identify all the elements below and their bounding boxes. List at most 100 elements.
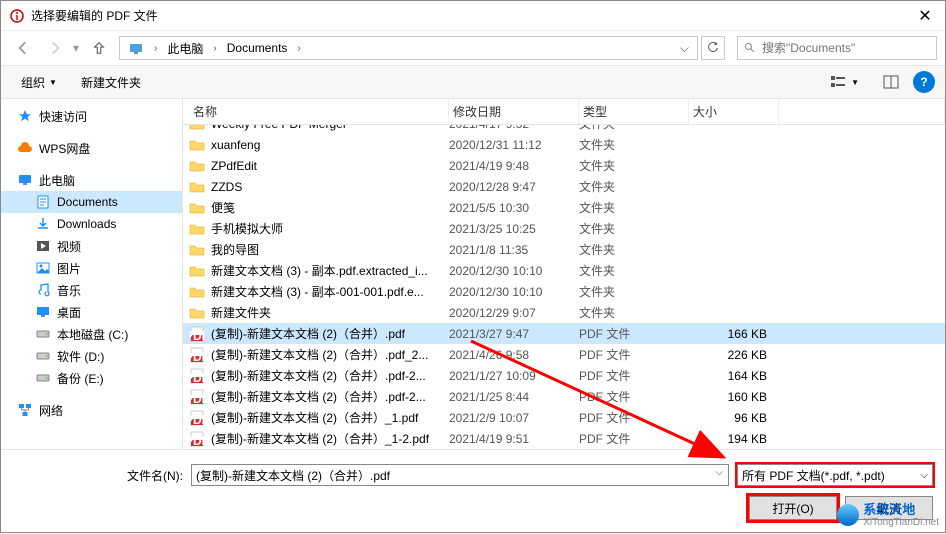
desktop-icon xyxy=(35,304,51,320)
sidebar-item[interactable]: 此电脑 xyxy=(1,169,182,191)
col-type[interactable]: 类型 xyxy=(579,99,689,124)
file-row[interactable]: ZZDS2020/12/28 9:47文件夹 xyxy=(183,176,945,197)
search-input[interactable] xyxy=(762,37,936,59)
file-date: 2021/5/5 10:30 xyxy=(449,201,579,215)
svg-text:PDF: PDF xyxy=(189,392,205,405)
file-row[interactable]: 新建文本文档 (3) - 副本-001-001.pdf.e...2020/12/… xyxy=(183,281,945,302)
breadcrumb[interactable]: › 此电脑 › Documents › ⌵ xyxy=(119,36,698,60)
breadcrumb-dropdown[interactable]: ⌵ xyxy=(674,41,695,56)
breadcrumb-item-0[interactable]: 此电脑 xyxy=(161,37,209,59)
sidebar-item[interactable]: 网络 xyxy=(1,399,182,421)
col-name[interactable]: 名称 xyxy=(189,99,449,124)
file-row[interactable]: 我的导图2021/1/8 11:35文件夹 xyxy=(183,239,945,260)
cancel-button[interactable]: 取消 xyxy=(845,496,933,520)
file-row[interactable]: 手机模拟大师2021/3/25 10:25文件夹 xyxy=(183,218,945,239)
file-row[interactable]: 新建文件夹2020/12/29 9:07文件夹 xyxy=(183,302,945,323)
close-button[interactable]: ✕ xyxy=(905,1,945,31)
up-button[interactable] xyxy=(87,36,111,60)
folder-icon xyxy=(189,179,205,195)
filetype-select[interactable]: 所有 PDF 文档(*.pdf, *.pdt) ⌵ xyxy=(737,464,933,486)
sidebar-item[interactable]: 音乐 xyxy=(1,279,182,301)
open-button[interactable]: 打开(O) xyxy=(749,496,837,520)
sidebar-item[interactable]: Documents xyxy=(1,191,182,213)
file-name: 便笺 xyxy=(211,199,235,216)
file-type: 文件夹 xyxy=(579,262,689,279)
file-name: (复制)-新建文本文档 (2)（合并）.pdf_2... xyxy=(211,346,428,363)
sidebar-item[interactable]: Downloads xyxy=(1,213,182,235)
file-type: PDF 文件 xyxy=(579,325,689,342)
sidebar-item[interactable]: 软件 (D:) xyxy=(1,345,182,367)
window-title: 选择要编辑的 PDF 文件 xyxy=(31,7,905,24)
view-mode-button[interactable]: ▼ xyxy=(821,71,869,93)
back-button[interactable] xyxy=(9,34,37,62)
file-name: xuanfeng xyxy=(211,138,260,152)
file-type: PDF 文件 xyxy=(579,430,689,447)
file-row[interactable]: PDF(复制)-新建文本文档 (2)（合并）_1-2.pdf2021/4/19 … xyxy=(183,428,945,449)
file-row[interactable]: PDF(复制)-新建文本文档 (2)（合并）.pdf-2...2021/1/27… xyxy=(183,365,945,386)
sidebar-item-label: 本地磁盘 (C:) xyxy=(57,326,128,343)
file-name: 手机模拟大师 xyxy=(211,220,283,237)
chevron-right-icon: › xyxy=(211,43,218,54)
col-modified[interactable]: 修改日期 xyxy=(449,99,579,124)
preview-pane-button[interactable] xyxy=(873,71,909,93)
filename-label: 文件名(N): xyxy=(13,467,183,484)
organize-button[interactable]: 组织 ▼ xyxy=(11,70,67,95)
file-name: (复制)-新建文本文档 (2)（合并）.pdf-2... xyxy=(211,388,426,405)
refresh-button[interactable] xyxy=(701,36,725,60)
file-date: 2021/4/26 9:58 xyxy=(449,348,579,362)
file-date: 2020/12/31 11:12 xyxy=(449,138,579,152)
sidebar-item-label: 桌面 xyxy=(57,304,81,321)
col-size[interactable]: 大小 xyxy=(689,99,779,124)
file-row[interactable]: PDF(复制)-新建文本文档 (2)（合并）_1.pdf2021/2/9 10:… xyxy=(183,407,945,428)
sidebar-item[interactable]: 视频 xyxy=(1,235,182,257)
disk-icon xyxy=(35,326,51,342)
search-box[interactable] xyxy=(737,36,937,60)
filename-input[interactable] xyxy=(191,464,729,486)
file-type: 文件夹 xyxy=(579,157,689,174)
sidebar-item[interactable]: 备份 (E:) xyxy=(1,367,182,389)
titlebar: 选择要编辑的 PDF 文件 ✕ xyxy=(1,1,945,31)
pdf-icon: PDF xyxy=(189,347,205,363)
file-size: 166 KB xyxy=(689,327,779,341)
sidebar-item-label: 此电脑 xyxy=(39,172,75,189)
sidebar-item[interactable]: 桌面 xyxy=(1,301,182,323)
file-row[interactable]: PDF(复制)-新建文本文档 (2)（合并）.pdf-2...2021/1/25… xyxy=(183,386,945,407)
breadcrumb-item-1[interactable]: Documents xyxy=(221,37,294,59)
sidebar-item-label: 软件 (D:) xyxy=(57,348,104,365)
file-row[interactable]: ZPdfEdit2021/4/19 9:48文件夹 xyxy=(183,155,945,176)
app-icon xyxy=(9,8,25,24)
forward-button[interactable] xyxy=(41,34,69,62)
sidebar-item[interactable]: 图片 xyxy=(1,257,182,279)
recent-dropdown[interactable]: ▾ xyxy=(73,41,79,55)
file-row[interactable]: 新建文本文档 (3) - 副本.pdf.extracted_i...2020/1… xyxy=(183,260,945,281)
file-row[interactable]: 便笺2021/5/5 10:30文件夹 xyxy=(183,197,945,218)
file-row[interactable]: PDF (复制)-新建文本文档 (2)（合并）.pdf_2... 2021/4/26… xyxy=(183,344,945,365)
svg-text:PDF: PDF xyxy=(189,371,205,384)
sidebar-item[interactable]: 本地磁盘 (C:) xyxy=(1,323,182,345)
breadcrumb-root-icon[interactable] xyxy=(122,37,150,59)
folder-icon xyxy=(189,284,205,300)
cloud-icon xyxy=(17,140,33,156)
file-type: PDF 文件 xyxy=(579,346,689,363)
file-row[interactable]: Weekly Free PDF Merger2021/4/17 9:32文件夹 xyxy=(183,125,945,134)
file-date: 2021/4/19 9:48 xyxy=(449,159,579,173)
folder-icon xyxy=(189,158,205,174)
file-name: Weekly Free PDF Merger xyxy=(211,125,347,131)
help-button[interactable]: ? xyxy=(913,71,935,93)
column-headers[interactable]: 名称 修改日期 类型 大小 xyxy=(183,99,945,125)
file-row[interactable]: xuanfeng2020/12/31 11:12文件夹 xyxy=(183,134,945,155)
file-date: 2020/12/28 9:47 xyxy=(449,180,579,194)
file-date: 2020/12/29 9:07 xyxy=(449,306,579,320)
disk-icon xyxy=(35,348,51,364)
pdf-icon: PDF xyxy=(189,410,205,426)
svg-text:PDF: PDF xyxy=(189,329,205,342)
file-date: 2021/4/17 9:32 xyxy=(449,125,579,131)
new-folder-button[interactable]: 新建文件夹 xyxy=(71,70,151,95)
sidebar-item[interactable]: 快速访问 xyxy=(1,105,182,127)
file-name: 新建文件夹 xyxy=(211,304,271,321)
sidebar-item-label: WPS网盘 xyxy=(39,140,90,157)
file-row[interactable]: PDF(复制)-新建文本文档 (2)（合并）.pdf2021/3/27 9:47… xyxy=(183,323,945,344)
file-name: 新建文本文档 (3) - 副本.pdf.extracted_i... xyxy=(211,262,428,279)
svg-text:PDF: PDF xyxy=(189,413,205,426)
sidebar-item[interactable]: WPS网盘 xyxy=(1,137,182,159)
